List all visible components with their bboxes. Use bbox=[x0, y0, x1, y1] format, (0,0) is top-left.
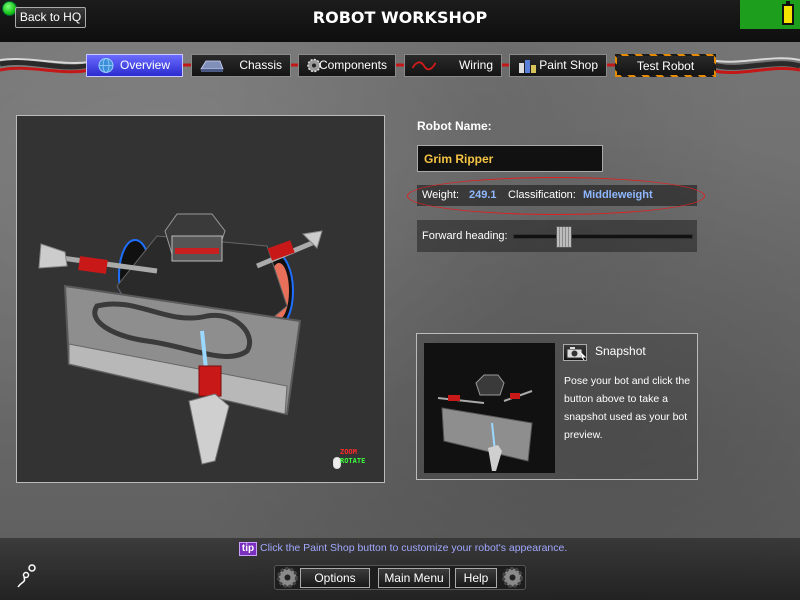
battery-icon bbox=[782, 1, 794, 25]
forward-heading-control: Forward heading: bbox=[417, 220, 697, 252]
snapshot-description: Pose your bot and click the button above… bbox=[564, 375, 691, 441]
help-button[interactable]: Help bbox=[455, 568, 497, 588]
tab-overview[interactable]: Overview bbox=[86, 54, 183, 77]
gear-icon bbox=[277, 567, 298, 588]
tab-label: Test Robot bbox=[636, 59, 695, 73]
tab-label: Overview bbox=[119, 58, 170, 72]
highlight-ring bbox=[407, 177, 705, 215]
chassis-icon bbox=[200, 60, 224, 72]
robot-name-label: Robot Name: bbox=[417, 119, 492, 133]
robot-thumbnail bbox=[424, 343, 555, 473]
tab-components[interactable]: Components bbox=[298, 54, 396, 77]
slider-thumb[interactable] bbox=[555, 226, 572, 248]
tab-label: Components bbox=[318, 58, 387, 72]
robot-render bbox=[38, 213, 323, 465]
mouse-controls-hint: ZOOM ROTATE bbox=[333, 447, 379, 475]
page-title: ROBOT WORKSHOP bbox=[312, 8, 488, 27]
robot-name-input[interactable]: Grim Ripper bbox=[417, 145, 603, 172]
robot-3d-viewport[interactable]: ZOOM ROTATE bbox=[16, 115, 385, 483]
tab-paint-shop[interactable]: Paint Shop bbox=[509, 54, 607, 77]
tab-chassis[interactable]: Chassis bbox=[191, 54, 291, 77]
battery-indicator bbox=[740, 0, 800, 29]
zoom-hint-label: ZOOM bbox=[340, 448, 357, 456]
tip-text: Click the Paint Shop button to customize… bbox=[260, 542, 568, 554]
wire-icon bbox=[411, 61, 437, 71]
gear-icon bbox=[502, 567, 523, 588]
main-menu-button[interactable]: Main Menu bbox=[378, 568, 450, 588]
snapshot-camera-button[interactable] bbox=[563, 344, 587, 361]
game-logo-icon bbox=[17, 564, 36, 588]
tab-wiring[interactable]: Wiring bbox=[404, 54, 502, 77]
paint-cans-icon bbox=[519, 60, 536, 73]
tab-test-robot[interactable]: Test Robot bbox=[615, 54, 716, 77]
snapshot-panel: Snapshot Pose your bot and click the but… bbox=[416, 333, 698, 480]
forward-heading-label: Forward heading: bbox=[422, 230, 508, 242]
tip-badge: tip bbox=[239, 542, 257, 556]
forward-heading-slider[interactable] bbox=[513, 234, 693, 239]
tab-label: Chassis bbox=[239, 58, 282, 72]
snapshot-title: Snapshot bbox=[595, 344, 646, 358]
rotate-hint-label: ROTATE bbox=[340, 457, 366, 465]
options-button[interactable]: Options bbox=[300, 568, 370, 588]
tab-label: Wiring bbox=[458, 58, 493, 72]
globe-icon bbox=[98, 58, 114, 73]
snapshot-preview bbox=[424, 343, 555, 473]
camera-icon bbox=[566, 347, 587, 361]
tab-label: Paint Shop bbox=[539, 58, 598, 72]
